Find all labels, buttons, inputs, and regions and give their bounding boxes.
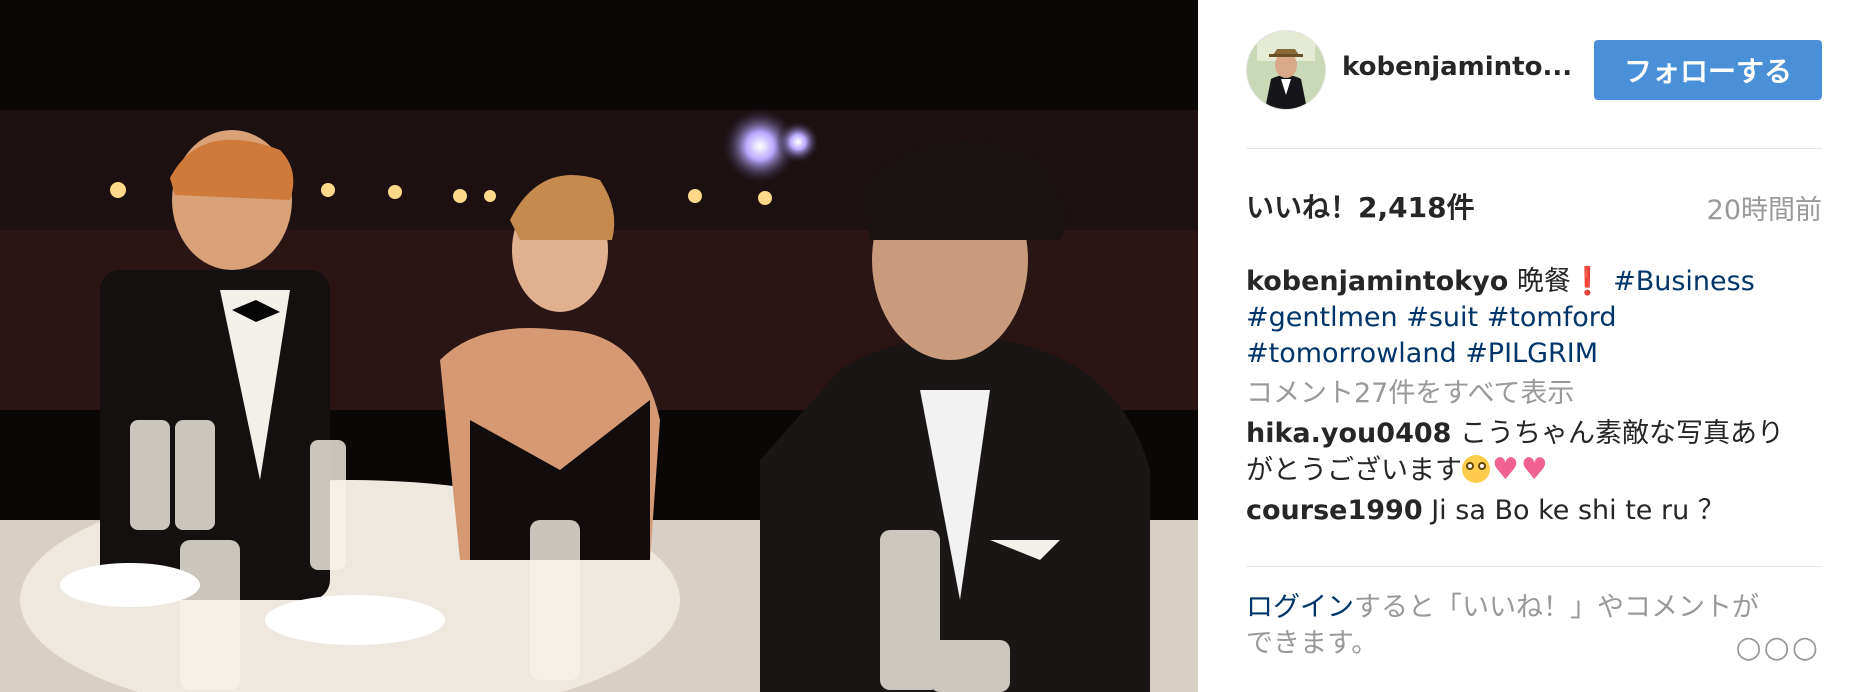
hashtag-link[interactable]: #tomorrowland [1246, 338, 1457, 369]
comment-username[interactable]: course1990 [1246, 495, 1423, 526]
caption-username[interactable]: kobenjamintokyo [1246, 266, 1508, 297]
avatar[interactable] [1246, 30, 1326, 110]
comment-item: course1990 Ji sa Bo ke shi te ru ？ [1246, 493, 1806, 529]
divider [1246, 566, 1822, 567]
follow-button[interactable]: フォローする [1594, 40, 1822, 100]
comment-text: Ji sa Bo ke shi te ru ？ [1431, 495, 1725, 526]
heart-icon: ♥ [1492, 452, 1519, 487]
divider [1246, 148, 1822, 149]
hashtag-link[interactable]: #PILGRIM [1465, 338, 1598, 369]
comment-item: hika.you0408 こうちゃん素敵な写真ありがとうございます ♥♥ [1246, 416, 1806, 489]
post-timestamp[interactable]: 20時間前 [1707, 188, 1822, 227]
post-details-panel: kobenjaminto... フォローする いいね！2,418件 20時間前 … [1198, 0, 1860, 692]
exclamation-emoji: ❗ [1570, 266, 1605, 297]
photo-illustration [0, 0, 1198, 692]
hashtag-link[interactable]: #gentlmen [1246, 302, 1398, 333]
view-all-comments-link[interactable]: コメント27件をすべて表示 [1246, 376, 1806, 412]
comment-username[interactable]: hika.you0408 [1246, 418, 1451, 449]
hashtag-link[interactable]: #suit [1406, 302, 1478, 333]
hashtag-link[interactable]: #Business [1613, 266, 1755, 297]
hashtag-link[interactable]: #tomford [1487, 302, 1617, 333]
caption: kobenjamintokyo 晩餐❗ #Business #gentlmen … [1246, 264, 1806, 372]
more-icon[interactable]: ○○○ [1735, 630, 1820, 665]
avatar-image [1247, 31, 1325, 109]
login-prompt: ログインすると「いいね！」やコメントができます。 [1246, 590, 1766, 662]
flushed-face-icon [1462, 455, 1490, 483]
login-link[interactable]: ログイン [1246, 592, 1354, 623]
likes-count[interactable]: いいね！2,418件 [1246, 186, 1475, 226]
caption-text: 晩餐 [1516, 266, 1571, 297]
heart-icon: ♥ [1520, 452, 1548, 487]
username-link[interactable]: kobenjaminto... [1342, 52, 1578, 82]
post-photo[interactable] [0, 0, 1198, 692]
caption-section: kobenjamintokyo 晩餐❗ #Business #gentlmen … [1246, 264, 1806, 529]
post-header: kobenjaminto... フォローする [1246, 28, 1822, 110]
